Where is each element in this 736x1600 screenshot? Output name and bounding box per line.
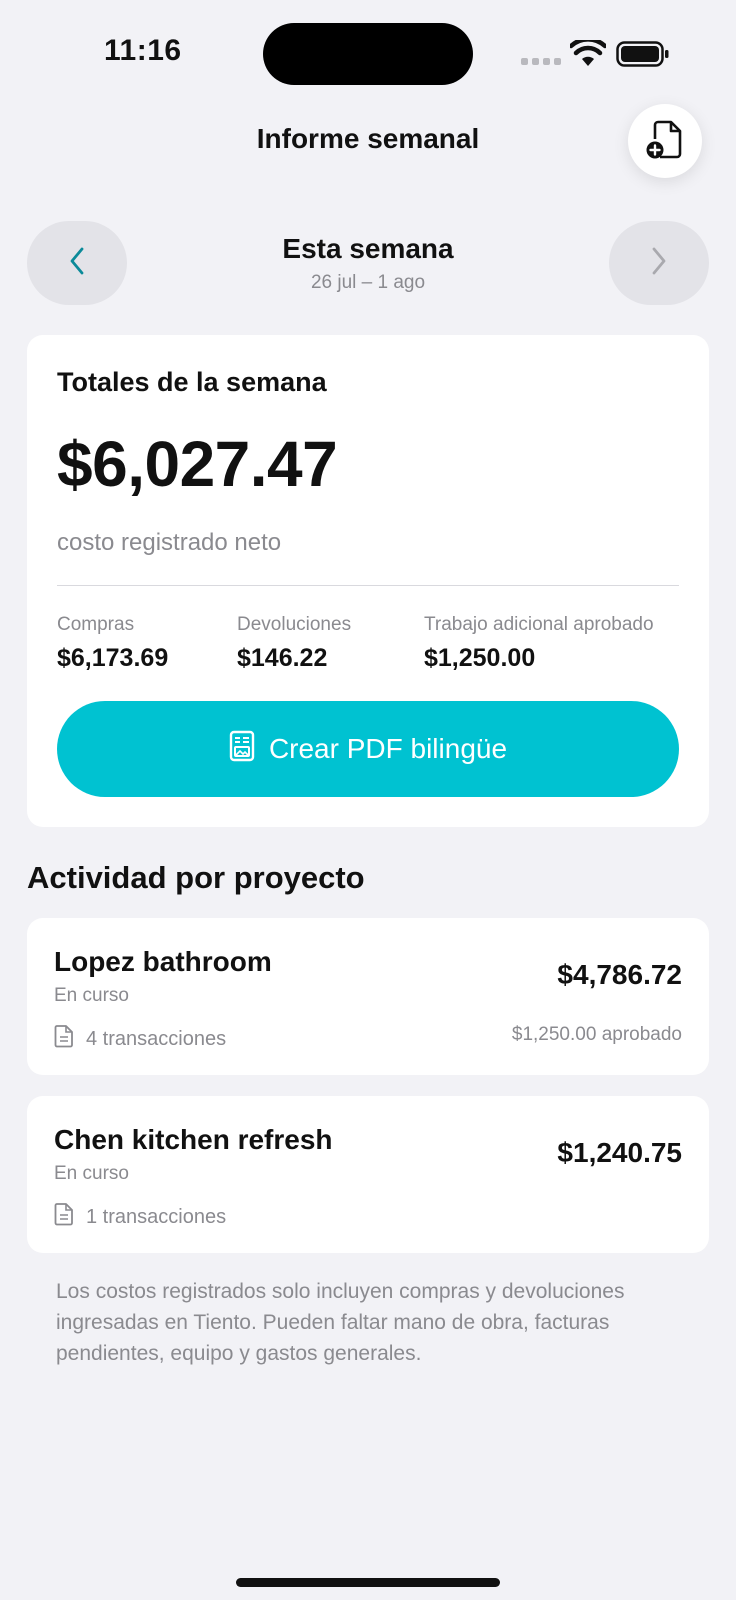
create-bilingual-pdf-button[interactable]: Crear PDF bilingüe <box>57 701 679 797</box>
wifi-icon <box>568 37 608 73</box>
document-add-icon <box>645 117 685 166</box>
battery-icon <box>616 41 670 72</box>
totals-subtitle: costo registrado neto <box>57 529 282 556</box>
project-transactions: 4 transacciones <box>54 1024 226 1054</box>
approved-extra-work-label: Trabajo adicional aprobado <box>424 614 654 635</box>
cta-label: Crear PDF bilingüe <box>268 733 508 764</box>
pdf-document-icon <box>229 730 255 769</box>
project-approved: $1,250.00 aprobado <box>511 1024 682 1045</box>
section-title: Actividad por proyecto <box>27 860 365 895</box>
returns-label: Devoluciones <box>237 614 352 635</box>
document-icon <box>54 1024 74 1054</box>
totals-label: Totales de la semana <box>57 367 327 397</box>
weekly-totals-card: Totales de la semana $6,027.47 costo reg… <box>27 335 709 827</box>
divider <box>57 585 679 586</box>
project-card[interactable]: Lopez bathroom En curso 4 transacciones … <box>27 918 709 1075</box>
project-status: En curso <box>54 985 129 1006</box>
project-name: Lopez bathroom <box>54 946 272 977</box>
transactions-count: 1 transacciones <box>86 1205 227 1228</box>
status-time: 11:16 <box>104 34 182 67</box>
purchases-value: $6,173.69 <box>57 644 169 672</box>
export-pdf-button[interactable] <box>628 104 702 178</box>
purchases-label: Compras <box>57 614 135 635</box>
project-amount: $1,240.75 <box>557 1137 682 1168</box>
project-card[interactable]: Chen kitchen refresh En curso 1 transacc… <box>27 1096 709 1253</box>
document-icon <box>54 1202 74 1232</box>
approved-extra-work-value: $1,250.00 <box>424 644 536 672</box>
cellular-signal-icon <box>521 58 561 65</box>
page-title: Informe semanal <box>256 123 480 154</box>
project-amount: $4,786.72 <box>557 959 682 990</box>
next-week-button[interactable] <box>609 221 709 305</box>
project-name: Chen kitchen refresh <box>54 1124 333 1155</box>
project-transactions: 1 transacciones <box>54 1202 226 1232</box>
project-status: En curso <box>54 1163 129 1184</box>
chevron-right-icon <box>650 246 668 281</box>
dynamic-island <box>263 23 473 85</box>
totals-amount: $6,027.47 <box>57 428 338 500</box>
returns-value: $146.22 <box>237 644 328 672</box>
home-indicator[interactable] <box>236 1578 500 1587</box>
disclaimer-text: Los costos registrados solo incluyen com… <box>56 1280 625 1365</box>
transactions-count: 4 transacciones <box>86 1027 227 1050</box>
